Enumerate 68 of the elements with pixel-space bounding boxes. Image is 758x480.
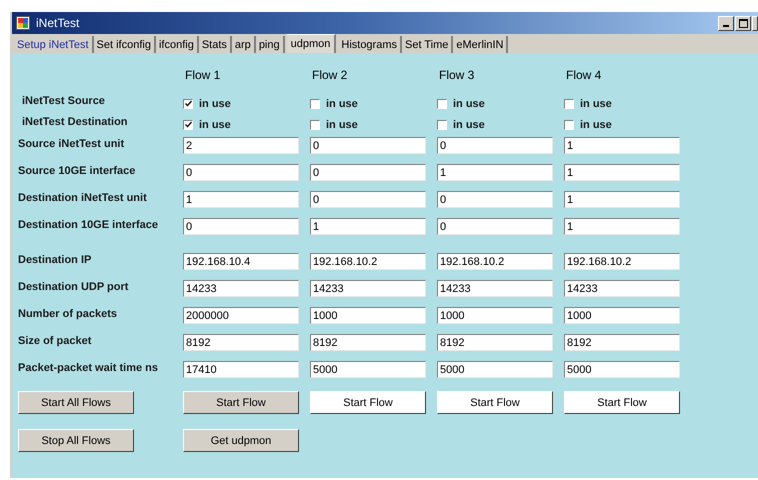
input-field[interactable]: 2000000 [183, 307, 299, 324]
input-field[interactable]: 192.168.10.4 [183, 253, 299, 270]
button[interactable]: Get udpmon [183, 429, 299, 452]
button[interactable]: Start Flow [564, 391, 680, 414]
field-label: Packet-packet wait time ns [18, 361, 160, 376]
checkbox[interactable]: in use [183, 114, 231, 135]
checkbox[interactable]: in use [437, 114, 485, 135]
input-field[interactable]: 8192 [183, 334, 299, 351]
input-field[interactable]: 1 [437, 164, 553, 181]
checkbox[interactable]: in use [310, 93, 358, 114]
input-field[interactable]: 1 [183, 191, 299, 208]
field-label: Destination iNetTest unit [18, 191, 148, 206]
input-field[interactable]: 14233 [437, 280, 553, 297]
input-field[interactable]: 1 [564, 191, 680, 208]
input-field[interactable]: 0 [183, 164, 299, 181]
input-field[interactable]: 1 [564, 137, 680, 154]
input-field[interactable]: 0 [437, 137, 553, 154]
input-field[interactable]: 17410 [183, 361, 299, 378]
input-field[interactable]: 192.168.10.2 [310, 253, 426, 270]
checkbox[interactable]: in use [183, 93, 231, 114]
input-field[interactable]: 14233 [310, 280, 426, 297]
checkbox[interactable]: in use [310, 114, 358, 135]
field-label: iNetTest Destination [21, 115, 129, 130]
input-field[interactable]: 1 [310, 218, 426, 235]
column-header: Flow 3 [438, 67, 476, 84]
input-field[interactable]: 5000 [437, 361, 553, 378]
input-field[interactable]: 1000 [564, 307, 680, 324]
column-header: Flow 4 [565, 67, 602, 84]
input-field[interactable]: 5000 [310, 361, 426, 378]
tab[interactable]: udpmon [286, 34, 336, 53]
field-label: Destination 10GE interface [18, 218, 159, 233]
input-field[interactable]: 1000 [437, 307, 553, 324]
column-header: Flow 1 [184, 67, 222, 84]
button[interactable]: Start Flow [310, 391, 426, 414]
button[interactable]: Start Flow [437, 391, 553, 414]
checkbox[interactable]: in use [564, 93, 612, 114]
field-label: Destination UDP port [18, 280, 130, 295]
input-field[interactable]: 8192 [310, 334, 426, 351]
input-field[interactable]: 0 [310, 137, 426, 154]
field-label: Source iNetTest unit [18, 137, 126, 152]
input-field[interactable]: 0 [310, 164, 426, 181]
input-field[interactable]: 1 [564, 164, 680, 181]
input-field[interactable]: 14233 [564, 280, 680, 297]
input-field[interactable]: 14233 [183, 280, 299, 297]
input-field[interactable]: 8192 [437, 334, 553, 351]
button[interactable]: Stop All Flows [18, 429, 134, 452]
input-field[interactable]: 5000 [564, 361, 680, 378]
field-label: Number of packets [18, 307, 118, 322]
input-field[interactable]: 2 [183, 137, 299, 154]
field-label: iNetTest Source [21, 94, 106, 109]
button[interactable]: Start All Flows [18, 391, 134, 414]
input-field[interactable]: 0 [310, 191, 426, 208]
input-field[interactable]: 0 [183, 218, 299, 235]
field-label: Source 10GE interface [18, 164, 136, 179]
column-header: Flow 2 [311, 67, 348, 84]
input-field[interactable]: 8192 [564, 334, 680, 351]
input-field[interactable]: 0 [437, 191, 553, 208]
input-field[interactable]: 1 [564, 218, 680, 235]
button[interactable]: Start Flow [183, 391, 299, 414]
field-label: Size of packet [18, 334, 92, 349]
window-title: iNetTest [36, 16, 80, 30]
input-field[interactable]: 192.168.10.2 [564, 253, 680, 270]
checkbox[interactable]: in use [437, 93, 485, 114]
input-field[interactable]: 192.168.10.2 [437, 253, 553, 270]
checkbox[interactable]: in use [564, 114, 612, 135]
input-field[interactable]: 1000 [310, 307, 426, 324]
field-label: Destination IP [18, 253, 92, 268]
input-field[interactable]: 0 [437, 218, 553, 235]
